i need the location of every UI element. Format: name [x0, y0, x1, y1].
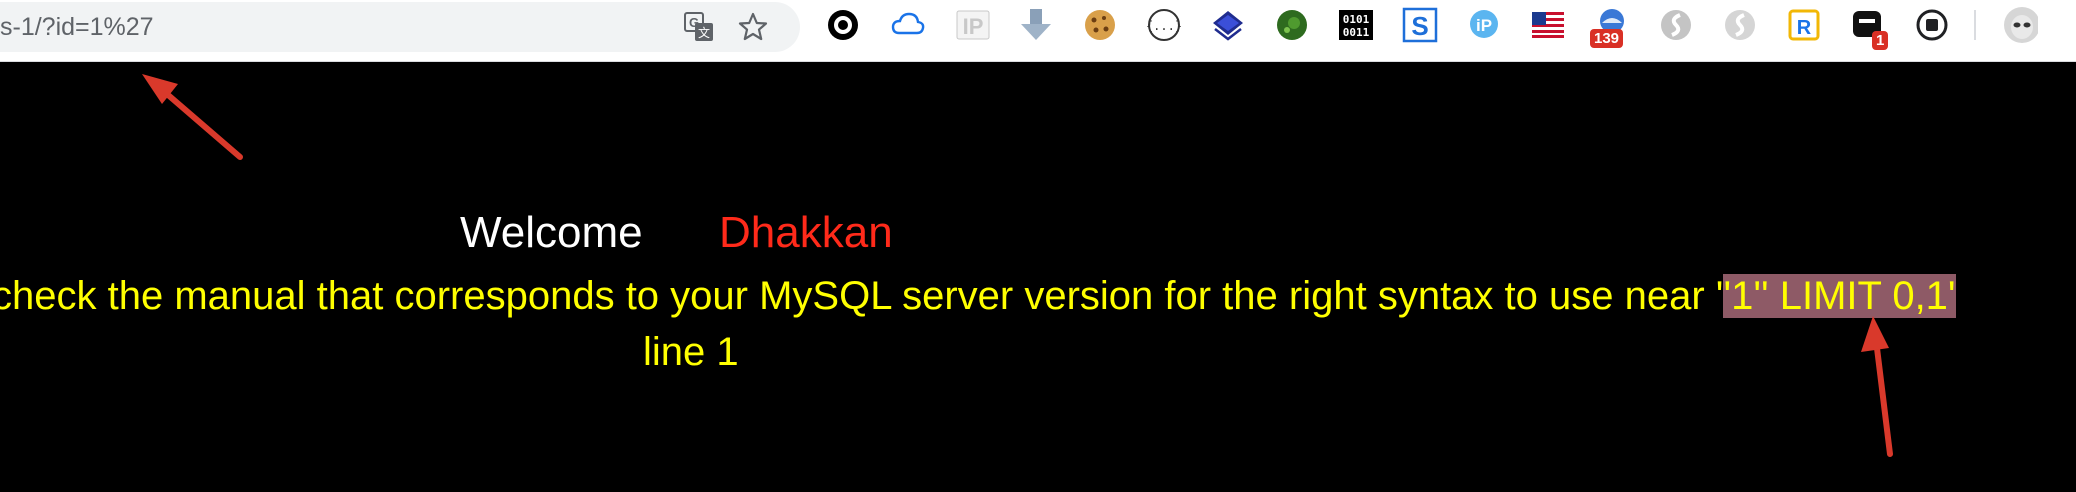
sql-error-message: check the manual that corresponds to you… — [0, 270, 1956, 322]
sql-error-text: check the manual that corresponds to you… — [0, 274, 1724, 318]
translate-icon[interactable]: G 文 — [682, 10, 716, 44]
welcome-text: Welcome — [460, 208, 643, 257]
grey-s-icon[interactable] — [1658, 7, 1694, 43]
terminal-badge-icon[interactable]: 1 — [1850, 7, 1889, 50]
cookie-icon[interactable] — [1082, 7, 1118, 43]
s-square-icon[interactable]: S — [1402, 7, 1438, 43]
address-bar[interactable]: s-1/?id=1%27 G 文 — [0, 2, 800, 52]
cloud-icon[interactable] — [890, 7, 926, 43]
binary-icon[interactable]: 0101 0011 — [1338, 7, 1374, 43]
terminal-badge-count: 1 — [1872, 31, 1889, 50]
svg-text:文: 文 — [698, 25, 710, 40]
us-flag-icon[interactable] — [1530, 7, 1566, 43]
s-square-text: S — [1411, 11, 1428, 41]
toolbar-divider — [1974, 10, 1976, 40]
browser-toolbar: s-1/?id=1%27 G 文 IP {...} 0101 0011 S iP… — [0, 0, 2076, 62]
globe-green-icon[interactable] — [1274, 7, 1310, 43]
grey-s-icon-2[interactable] — [1722, 7, 1758, 43]
ip-icon-text: IP — [963, 14, 984, 39]
json-braces-icon[interactable]: {...} — [1146, 7, 1182, 43]
layers-icon[interactable] — [1210, 7, 1246, 43]
svg-text:0011: 0011 — [1343, 26, 1370, 39]
profile-avatar-icon[interactable] — [2002, 7, 2038, 43]
url-text[interactable]: s-1/?id=1%27 — [0, 2, 154, 52]
stop-icon[interactable] — [1914, 7, 1950, 43]
r-icon[interactable]: R — [1786, 7, 1822, 43]
svg-text:0101: 0101 — [1343, 13, 1370, 26]
annotation-arrows — [142, 74, 1893, 457]
arrow-to-highlight — [1861, 316, 1893, 457]
sql-error-highlight: '1'' LIMIT 0,1' — [1723, 274, 1956, 318]
json-braces-text: {...} — [1146, 19, 1182, 33]
r-icon-text: R — [1797, 17, 1812, 39]
download-arrow-icon[interactable] — [1018, 7, 1054, 43]
bookmark-star-icon[interactable] — [736, 10, 770, 44]
circle-record-icon[interactable] — [825, 7, 861, 43]
ip-bubble-text: iP — [1476, 16, 1492, 35]
sql-error-line: line 1 — [643, 330, 739, 374]
weather-badge-count: 139 — [1590, 29, 1624, 48]
arrow-to-url — [142, 74, 243, 160]
user-name: Dhakkan — [719, 208, 893, 257]
ip-icon[interactable]: IP — [955, 7, 991, 43]
weather-badge-icon[interactable]: 139 — [1590, 7, 1630, 48]
ip-bubble-icon[interactable]: iP — [1466, 7, 1502, 43]
